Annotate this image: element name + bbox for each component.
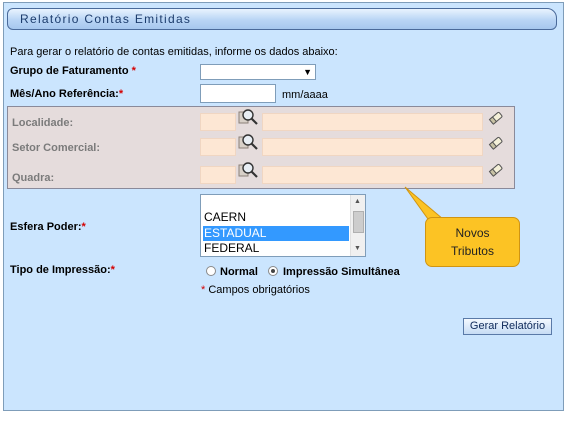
- radio-normal[interactable]: [206, 266, 216, 276]
- scroll-down-icon[interactable]: ▼: [354, 245, 361, 252]
- required-note: * Campos obrigatórios: [201, 284, 310, 296]
- scroll-up-icon[interactable]: ▲: [354, 198, 361, 205]
- required-marker: *: [81, 221, 86, 233]
- localidade-name-input[interactable]: [262, 113, 483, 131]
- required-marker: *: [201, 284, 206, 296]
- search-icon[interactable]: [238, 133, 260, 151]
- eraser-icon[interactable]: [488, 162, 504, 178]
- esfera-label: Esfera Poder:*: [10, 221, 86, 233]
- mes-hint: mm/aaaa: [282, 89, 328, 101]
- listbox-scrollbar[interactable]: ▲ ▼: [350, 195, 365, 256]
- page-title: Relatório Contas Emitidas: [20, 12, 192, 26]
- quadra-label: Quadra:: [12, 172, 55, 184]
- gerar-relatorio-button[interactable]: Gerar Relatório: [463, 318, 552, 335]
- esfera-poder-listbox[interactable]: CAERN ESTADUAL FEDERAL ▲ ▼: [200, 194, 366, 257]
- esfera-label-text: Esfera Poder:: [10, 221, 82, 233]
- grupo-label: Grupo de Faturamento *: [10, 65, 136, 77]
- eraser-icon[interactable]: [488, 110, 504, 126]
- radio-simultanea-label: Impressão Simultânea: [283, 266, 400, 278]
- mes-label-text: Mês/Ano Referência:: [10, 88, 119, 100]
- grupo-faturamento-select[interactable]: ▼: [200, 64, 316, 80]
- mes-label: Mês/Ano Referência:*: [10, 88, 123, 100]
- title-bar: Relatório Contas Emitidas: [7, 8, 557, 30]
- callout-line2: Tributos: [451, 244, 494, 258]
- search-icon[interactable]: [238, 161, 260, 179]
- listbox-option-selected[interactable]: ESTADUAL: [203, 226, 349, 241]
- localidade-code-input[interactable]: [200, 113, 236, 131]
- listbox-option[interactable]: CAERN: [203, 210, 246, 225]
- eraser-icon[interactable]: [488, 135, 504, 151]
- impressao-label-text: Tipo de Impressão:: [10, 264, 111, 276]
- listbox-option[interactable]: FEDERAL: [203, 241, 259, 256]
- mes-ano-input[interactable]: [200, 84, 276, 103]
- radio-impressao-simultanea[interactable]: [268, 266, 278, 276]
- intro-text: Para gerar o relatório de contas emitida…: [10, 46, 338, 58]
- required-note-text: Campos obrigatórios: [208, 284, 310, 296]
- localidade-label: Localidade:: [12, 117, 74, 129]
- search-icon[interactable]: [238, 108, 260, 126]
- quadra-code-input[interactable]: [200, 166, 236, 184]
- scrollbar-thumb[interactable]: [353, 211, 364, 233]
- required-marker: *: [110, 264, 115, 276]
- impressao-label: Tipo de Impressão:*: [10, 264, 115, 276]
- quadra-name-input[interactable]: [262, 166, 483, 184]
- callout-line1: Novos: [455, 226, 490, 240]
- required-marker: *: [131, 65, 136, 77]
- required-marker: *: [118, 88, 124, 100]
- grupo-label-text: Grupo de Faturamento: [10, 65, 129, 77]
- novos-tributos-callout: Novos Tributos: [425, 217, 520, 267]
- setor-code-input[interactable]: [200, 138, 236, 156]
- radio-normal-label: Normal: [220, 266, 258, 278]
- setor-label: Setor Comercial:: [12, 142, 101, 154]
- chevron-down-icon: ▼: [303, 67, 312, 77]
- setor-name-input[interactable]: [262, 138, 483, 156]
